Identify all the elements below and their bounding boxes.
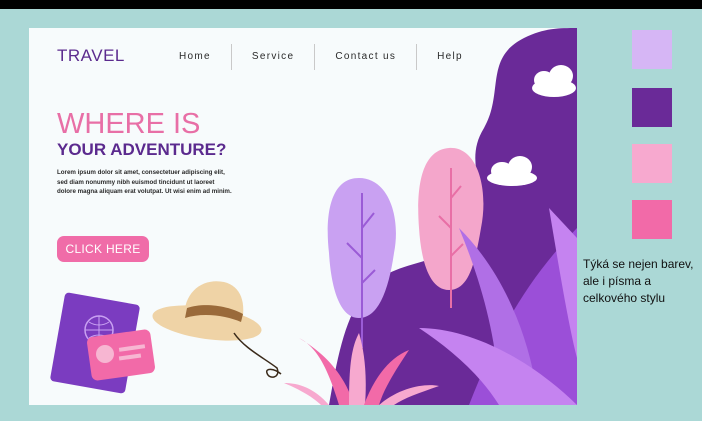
nav-help[interactable]: Help	[417, 42, 483, 72]
travel-illustration	[50, 28, 577, 405]
color-swatch-purple	[632, 88, 672, 127]
nav-service[interactable]: Service	[232, 42, 314, 72]
hero-title-line2: YOUR ADVENTURE?	[57, 140, 227, 159]
color-swatch-pink	[632, 200, 672, 239]
hero-description-line: sed diam nonummy nibh euismod tincidunt …	[57, 178, 215, 186]
ticket-icon	[87, 329, 155, 381]
top-navigation: Home Service Contact us Help	[159, 42, 483, 72]
landing-page-mockup: TRAVEL Home Service Contact us Help WHER…	[29, 28, 577, 405]
nav-contact[interactable]: Contact us	[315, 42, 416, 72]
hero-description: Lorem ipsum dolor sit amet, consectetuer…	[57, 168, 257, 197]
nav-home[interactable]: Home	[159, 42, 231, 72]
click-here-button[interactable]: CLICK HERE	[57, 236, 149, 262]
brand-logo[interactable]: TRAVEL	[57, 46, 125, 66]
color-swatch-lavender	[632, 30, 672, 69]
hero-title-line1: WHERE IS	[57, 108, 201, 140]
style-note: Týká se nejen barev, ale i písma a celko…	[583, 257, 694, 305]
hero-description-line: dolore magna aliquam erat volutpat. Ut w…	[57, 188, 232, 195]
hero-description-line: Lorem ipsum dolor sit amet, consectetuer…	[57, 169, 225, 176]
color-swatch-light-pink	[632, 144, 672, 183]
hat-icon	[152, 281, 282, 378]
